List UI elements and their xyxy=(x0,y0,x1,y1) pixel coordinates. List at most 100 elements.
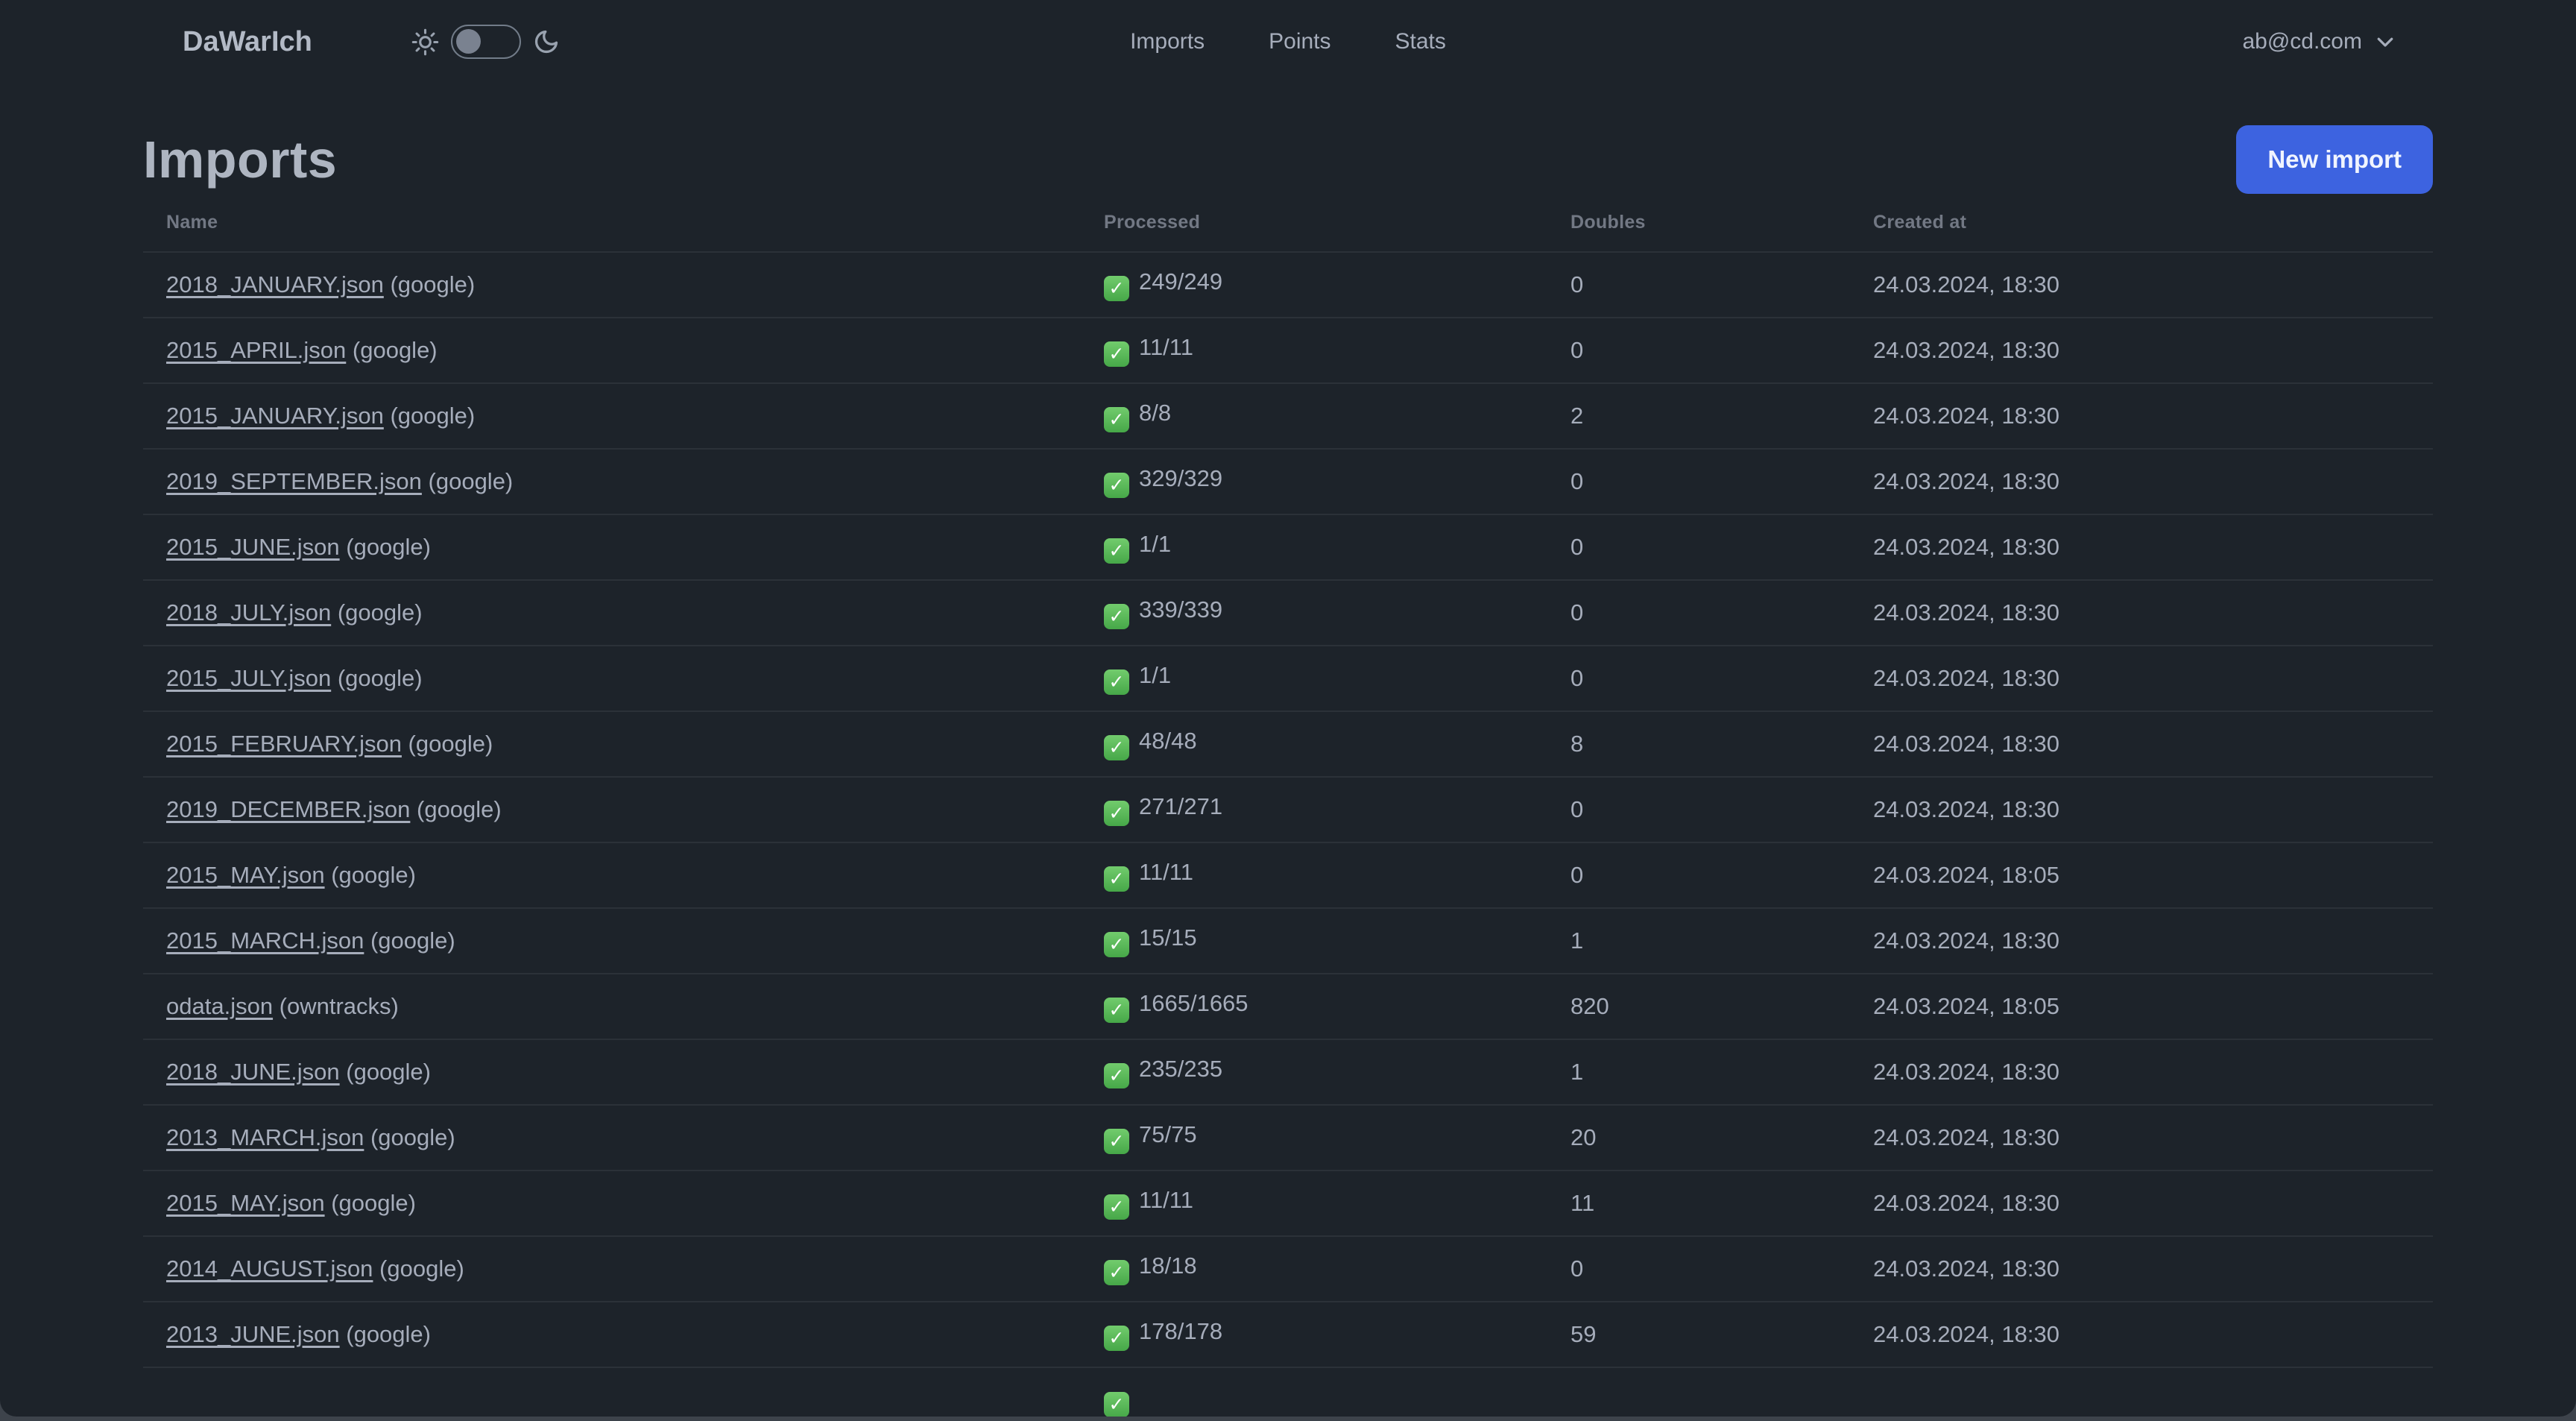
check-icon: ✓ xyxy=(1104,669,1129,695)
processed-count: 1665/1665 xyxy=(1139,990,1248,1016)
processed-count: 11/11 xyxy=(1139,1187,1193,1213)
cell-processed: ✓ 339/339 xyxy=(1104,579,1570,646)
import-source: (google) xyxy=(421,468,514,494)
cell-created-at: 24.03.2024, 18:30 xyxy=(1873,776,2433,842)
cell-processed: ✓ 1/1 xyxy=(1104,514,1570,580)
import-file-link[interactable]: 2015_MAY.json xyxy=(166,1190,325,1216)
check-icon: ✓ xyxy=(1104,473,1129,498)
import-source: (google) xyxy=(339,1059,431,1085)
table-header-row: Name Processed Doubles Created at xyxy=(143,194,2433,252)
cell-doubles: 20 xyxy=(1570,1104,1873,1170)
header-doubles: Doubles xyxy=(1570,212,1646,233)
check-icon: ✓ xyxy=(1104,341,1129,367)
cell-created-at: 24.03.2024, 18:05 xyxy=(1873,973,2433,1039)
cell-processed: ✓ 11/11 xyxy=(1104,317,1570,383)
import-source: (google) xyxy=(383,271,476,297)
import-source: (google) xyxy=(331,599,423,626)
cell-created-at: 24.03.2024, 18:30 xyxy=(1873,1104,2433,1170)
import-file-link[interactable]: 2015_JANUARY.json xyxy=(166,403,384,429)
cell-created-at: 24.03.2024, 18:30 xyxy=(1873,1301,2433,1367)
cell-processed: ✓ 1/1 xyxy=(1104,645,1570,711)
table-row: 2013_JUNE.json (google) ✓ 178/178 59 24.03.2… xyxy=(143,1301,2433,1367)
table-row: 2018_JANUARY.json (google) ✓ 249/249 0 24.03… xyxy=(143,251,2433,318)
header-processed: Processed xyxy=(1104,212,1201,233)
import-file-link[interactable]: 2015_JULY.json xyxy=(166,665,331,691)
import-file-link[interactable]: 2015_MARCH.json xyxy=(166,927,364,954)
cell-processed: ✓ 48/48 xyxy=(1104,710,1570,777)
cell-doubles: 1 xyxy=(1570,907,1873,974)
import-source: (google) xyxy=(339,534,431,560)
main-content: Imports New import Name Processed Double… xyxy=(143,125,2433,1417)
cell-name: 2013_JUNE.json (google) xyxy=(143,1301,1104,1367)
cell-processed: ✓ 235/235 xyxy=(1104,1039,1570,1105)
chevron-down-icon xyxy=(2374,31,2396,53)
theme-switch[interactable] xyxy=(451,25,521,59)
nav-item-points[interactable]: Points xyxy=(1264,22,1335,62)
check-icon: ✓ xyxy=(1104,604,1129,629)
imports-table: Name Processed Doubles Created at 2018_J… xyxy=(143,194,2433,1417)
import-file-link[interactable]: 2019_SEPTEMBER.json xyxy=(166,468,422,494)
import-file-link[interactable]: 2014_AUGUST.json xyxy=(166,1255,373,1282)
import-file-link[interactable]: odata.json xyxy=(166,993,273,1019)
import-source: (google) xyxy=(331,665,423,691)
cell-processed: ✓ 249/249 xyxy=(1104,251,1570,318)
cell-name: 2018_JULY.json (google) xyxy=(143,579,1104,646)
check-icon: ✓ xyxy=(1104,1260,1129,1285)
table-row: 2018_JUNE.json (google) ✓ 235/235 1 24.03.20… xyxy=(143,1039,2433,1105)
import-file-link[interactable]: 2019_DECEMBER.json xyxy=(166,796,410,822)
import-source: (google) xyxy=(324,1190,416,1216)
import-file-link[interactable]: 2013_MARCH.json xyxy=(166,1124,364,1150)
cell-created-at: 24.03.2024, 18:30 xyxy=(1873,1039,2433,1105)
processed-count: 75/75 xyxy=(1139,1121,1197,1147)
import-source: (google) xyxy=(401,731,493,757)
cell-created-at: 24.03.2024, 18:30 xyxy=(1873,448,2433,514)
import-source: (google) xyxy=(346,337,438,363)
main-nav: Imports Points Stats xyxy=(1126,22,1450,62)
check-icon: ✓ xyxy=(1104,1129,1129,1154)
import-file-link[interactable]: 2015_MAY.json xyxy=(166,862,325,888)
cell-processed: ✓ 1665/1665 xyxy=(1104,973,1570,1039)
import-file-link[interactable]: 2015_FEBRUARY.json xyxy=(166,731,402,757)
check-icon: ✓ xyxy=(1104,932,1129,957)
cell-created-at: 24.03.2024, 18:30 xyxy=(1873,514,2433,580)
cell-name: 2018_JANUARY.json (google) xyxy=(143,251,1104,318)
table-row-partial: ✓ xyxy=(143,1367,2433,1417)
import-source: (google) xyxy=(383,403,476,429)
import-source: (owntracks) xyxy=(273,993,399,1019)
table-row: 2015_JUNE.json (google) ✓ 1/1 0 24.03.2024, … xyxy=(143,514,2433,580)
check-icon: ✓ xyxy=(1104,735,1129,760)
cell-processed: ✓ xyxy=(1104,1367,1570,1417)
processed-count: 8/8 xyxy=(1139,400,1172,426)
import-file-link[interactable]: 2018_JANUARY.json xyxy=(166,271,384,297)
cell-name: 2015_MARCH.json (google) xyxy=(143,907,1104,974)
import-file-link[interactable]: 2018_JULY.json xyxy=(166,599,331,626)
cell-name: 2015_MAY.json (google) xyxy=(143,1170,1104,1236)
processed-count: 1/1 xyxy=(1139,531,1172,557)
cell-doubles: 11 xyxy=(1570,1170,1873,1236)
import-file-link[interactable]: 2015_JUNE.json xyxy=(166,534,340,560)
cell-processed: ✓ 11/11 xyxy=(1104,842,1570,908)
cell-created-at: 24.03.2024, 18:05 xyxy=(1873,842,2433,908)
import-file-link[interactable]: 2015_APRIL.json xyxy=(166,337,346,363)
brand-logo[interactable]: DaWarIch xyxy=(183,26,312,58)
theme-switch-knob xyxy=(456,29,481,54)
cell-created-at: 24.03.2024, 18:30 xyxy=(1873,251,2433,318)
user-menu[interactable]: ab@cd.com xyxy=(2242,29,2396,54)
check-icon: ✓ xyxy=(1104,1194,1129,1220)
new-import-button[interactable]: New import xyxy=(2236,125,2433,194)
table-row: 2015_JANUARY.json (google) ✓ 8/8 2 24.03.202… xyxy=(143,382,2433,449)
cell-processed: ✓ 18/18 xyxy=(1104,1235,1570,1302)
cell-processed: ✓ 75/75 xyxy=(1104,1104,1570,1170)
import-file-link[interactable]: 2018_JUNE.json xyxy=(166,1059,340,1085)
moon-icon xyxy=(533,28,560,55)
cell-created-at: 24.03.2024, 18:30 xyxy=(1873,645,2433,711)
cell-doubles: 8 xyxy=(1570,710,1873,777)
nav-item-stats[interactable]: Stats xyxy=(1391,22,1450,62)
cell-doubles xyxy=(1570,1367,1873,1417)
cell-name: 2019_DECEMBER.json (google) xyxy=(143,776,1104,842)
table-row: 2015_JULY.json (google) ✓ 1/1 0 24.03.2024, … xyxy=(143,645,2433,711)
check-icon: ✓ xyxy=(1104,866,1129,892)
cell-processed: ✓ 271/271 xyxy=(1104,776,1570,842)
import-file-link[interactable]: 2013_JUNE.json xyxy=(166,1321,340,1347)
nav-item-imports[interactable]: Imports xyxy=(1126,22,1209,62)
